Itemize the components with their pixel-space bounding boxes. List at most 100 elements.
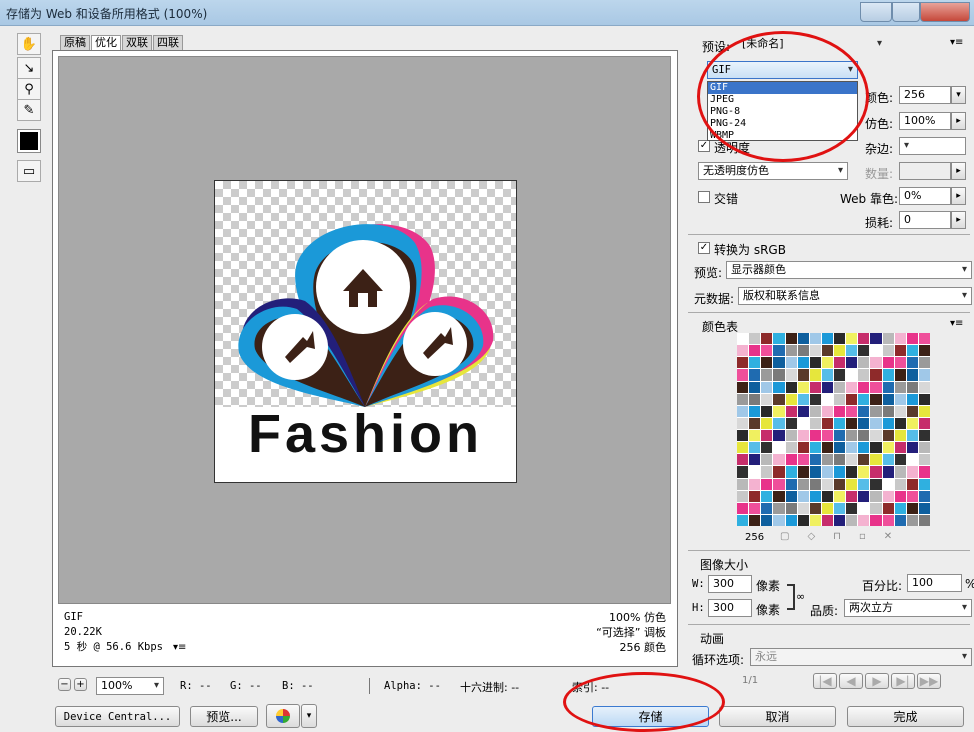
dither-input[interactable]: 100% [899,112,951,130]
color-swatch[interactable] [797,490,809,502]
map-web-icon[interactable]: ▢ [780,531,807,542]
color-swatch[interactable] [834,345,846,357]
color-swatch[interactable] [749,514,761,526]
color-swatch[interactable] [906,454,918,466]
interlaced-checkbox[interactable] [698,191,710,203]
color-swatch[interactable] [737,357,749,369]
color-swatch[interactable] [785,454,797,466]
color-swatch[interactable] [906,357,918,369]
color-swatch[interactable] [809,345,821,357]
color-swatch[interactable] [797,478,809,490]
color-swatch[interactable] [858,333,870,345]
color-swatch[interactable] [906,442,918,454]
color-swatch[interactable] [809,478,821,490]
color-swatch[interactable] [797,381,809,393]
color-swatch[interactable] [906,514,918,526]
color-swatch[interactable] [870,357,882,369]
color-swatch[interactable] [749,490,761,502]
color-table-menu-icon[interactable]: ▾≡ [950,318,963,329]
color-swatch[interactable] [870,442,882,454]
colors-dropdown-button[interactable]: ▾ [951,86,966,104]
color-swatch[interactable] [834,333,846,345]
maximize-button[interactable] [892,2,920,22]
color-swatch[interactable] [918,430,930,442]
color-swatch[interactable] [749,466,761,478]
color-swatch[interactable] [834,405,846,417]
color-swatch[interactable] [870,345,882,357]
color-swatch[interactable] [846,490,858,502]
color-swatch[interactable] [821,466,833,478]
color-swatch[interactable] [821,393,833,405]
color-swatch[interactable] [834,514,846,526]
eyedropper-tool-icon[interactable]: ✎ [17,99,41,121]
lossy-input[interactable]: 0 [899,211,951,229]
color-swatch[interactable] [918,357,930,369]
color-swatch[interactable] [846,514,858,526]
color-swatch[interactable] [773,442,785,454]
color-swatch[interactable] [894,502,906,514]
color-swatch[interactable] [846,502,858,514]
color-swatch[interactable] [882,333,894,345]
color-swatch[interactable] [846,442,858,454]
color-swatch[interactable] [737,490,749,502]
color-swatch[interactable] [834,478,846,490]
color-swatch[interactable] [797,466,809,478]
color-swatch[interactable] [858,478,870,490]
prev-frame-icon[interactable]: ◀ [839,673,863,689]
color-swatch[interactable] [809,490,821,502]
color-swatch[interactable] [761,454,773,466]
color-swatch[interactable] [834,466,846,478]
lock-color-icon[interactable]: ⊓ [833,531,859,542]
color-swatch[interactable] [797,442,809,454]
color-swatch[interactable] [894,405,906,417]
color-swatch[interactable] [918,442,930,454]
color-swatch[interactable] [846,333,858,345]
color-swatch[interactable] [773,430,785,442]
color-swatch[interactable] [882,430,894,442]
color-swatch[interactable] [785,490,797,502]
color-swatch[interactable] [773,490,785,502]
color-swatch[interactable] [773,466,785,478]
color-swatch[interactable] [846,345,858,357]
color-swatch[interactable] [797,393,809,405]
zoom-select[interactable]: 100% [96,677,164,695]
color-swatch[interactable] [858,381,870,393]
color-swatch[interactable] [918,393,930,405]
color-swatch[interactable] [846,381,858,393]
color-swatch[interactable] [737,478,749,490]
amount-dropdown-button[interactable]: ▸ [951,162,966,180]
color-swatch[interactable] [737,430,749,442]
color-swatch[interactable] [797,333,809,345]
color-swatch[interactable] [773,478,785,490]
loop-select[interactable]: 永远 [750,648,972,666]
color-swatch[interactable] [858,357,870,369]
color-swatch[interactable] [858,393,870,405]
color-swatch[interactable] [749,393,761,405]
color-swatch[interactable] [809,393,821,405]
next-frame-icon[interactable]: ▶| [891,673,915,689]
color-swatch[interactable] [821,514,833,526]
color-swatch[interactable] [894,417,906,429]
color-swatch[interactable] [785,405,797,417]
color-swatch[interactable] [894,333,906,345]
color-swatch[interactable] [846,478,858,490]
color-swatch[interactable] [870,490,882,502]
color-swatch[interactable] [797,357,809,369]
convert-srgb-checkbox[interactable]: ✓ [698,242,710,254]
color-table-grid[interactable] [737,333,930,526]
color-swatch[interactable] [882,369,894,381]
color-swatch[interactable] [858,405,870,417]
color-swatch[interactable] [894,369,906,381]
color-swatch[interactable] [797,345,809,357]
color-swatch[interactable] [894,345,906,357]
color-swatch[interactable] [858,490,870,502]
color-swatch[interactable] [821,333,833,345]
color-swatch[interactable] [906,417,918,429]
browser-preview-button[interactable] [266,704,300,728]
cancel-button[interactable]: 取消 [719,706,836,727]
color-swatch[interactable] [809,333,821,345]
browser-menu-button[interactable]: ▾ [301,704,317,728]
color-swatch[interactable] [918,417,930,429]
color-swatch[interactable] [858,442,870,454]
color-swatch[interactable] [918,454,930,466]
